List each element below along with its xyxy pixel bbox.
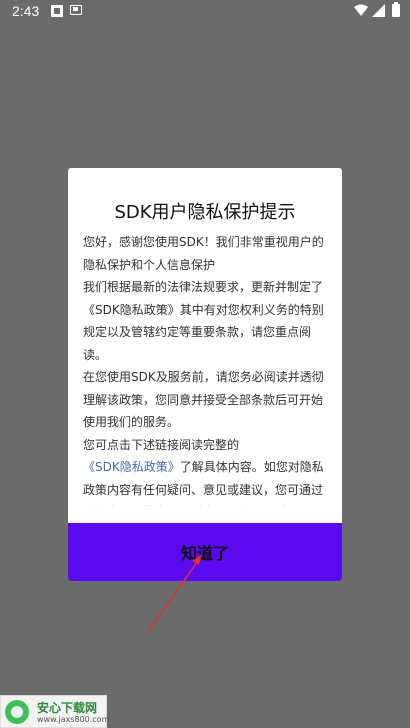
dialog-title: SDK用户隐私保护提示 bbox=[114, 202, 296, 223]
watermark-logo: 安心下载网 www.jaxs800.com bbox=[0, 695, 110, 728]
screenshot-icon bbox=[70, 5, 82, 15]
paragraph-link: 您可点击下述链接阅读完整的《SDK隐私政策》了解具体内容。如您对隐私政策内容有任… bbox=[83, 434, 333, 507]
privacy-dialog: SDK用户隐私保护提示 您好，感谢您使用SDK！我们非常重视用户的隐私保护和个人… bbox=[68, 168, 342, 581]
battery-icon bbox=[392, 2, 400, 17]
link-prefix-text: 您可点击下述链接阅读完整的 bbox=[83, 437, 240, 452]
wifi-icon bbox=[354, 4, 368, 16]
annotation-arrow-icon bbox=[147, 554, 202, 633]
status-time: 2:43 bbox=[12, 3, 40, 19]
notification-icon bbox=[51, 5, 63, 17]
status-bar: 2:43 bbox=[0, 0, 410, 24]
paragraph-consent: 在您使用SDK及服务前，请您务必阅读并透彻理解该政策，您同意并接受全部条款后可开… bbox=[83, 370, 324, 429]
paragraph-policy: 我们根据最新的法律法规要求，更新并制定了《SDK隐私政策》其中有对您权利义务的特… bbox=[83, 280, 324, 362]
paragraph-intro: 您好，感谢您使用SDK！我们非常重视用户的隐私保护和个人信息保护 bbox=[83, 235, 324, 272]
privacy-policy-link[interactable]: 《SDK隐私政策》 bbox=[83, 460, 180, 474]
watermark-brand: 安心下载网 bbox=[37, 701, 98, 715]
signal-icon bbox=[372, 4, 385, 17]
dialog-body[interactable]: 您好，感谢您使用SDK！我们非常重视用户的隐私保护和个人信息保护 我们根据最新的… bbox=[83, 231, 333, 506]
watermark-url: www.jaxs800.com bbox=[37, 715, 110, 724]
watermark-heart-icon bbox=[5, 700, 29, 724]
